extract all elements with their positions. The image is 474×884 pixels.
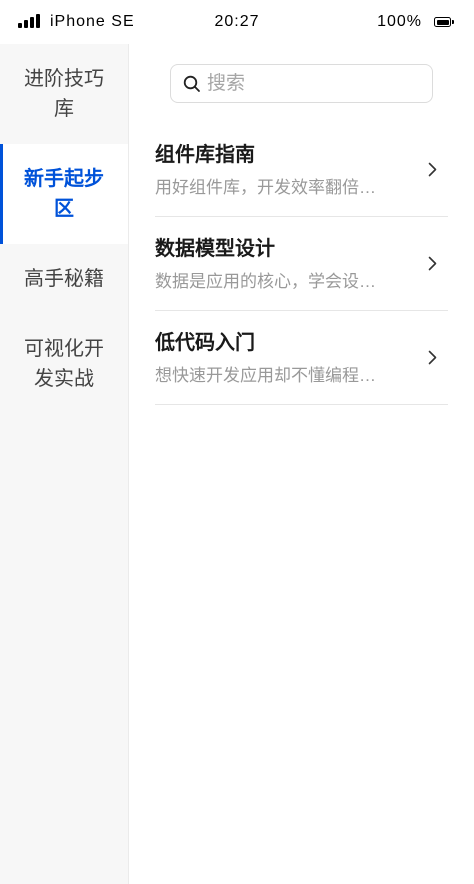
list-item-title: 数据模型设计 <box>155 238 275 260</box>
sidebar-item-label: 进阶技巧库 <box>24 68 104 120</box>
sidebar-item-label: 可视化开发实战 <box>24 338 104 390</box>
list-item-subtitle: 想快速开发应用却不懂编程… <box>155 366 376 385</box>
status-time: 20:27 <box>214 13 260 30</box>
article-item-component-guide[interactable]: 组件库指南 用好组件库，开发效率翻倍… <box>155 123 448 217</box>
sidebar-item-visual-dev-practice[interactable]: 可视化开发实战 <box>0 314 128 414</box>
signal-bar <box>24 20 28 28</box>
list-item-title: 低代码入门 <box>155 332 255 354</box>
content-pane: 组件库指南 用好组件库，开发效率翻倍… 数据模型设计 数据是应用的核心，学会设…… <box>129 44 474 884</box>
article-item-data-model-design[interactable]: 数据模型设计 数据是应用的核心，学会设… <box>155 217 448 311</box>
signal-icon <box>18 14 40 28</box>
sidebar-item-expert-secrets[interactable]: 高手秘籍 <box>0 244 128 314</box>
signal-bar <box>18 23 22 28</box>
chevron-right-icon <box>428 256 437 271</box>
article-item-low-code-intro[interactable]: 低代码入门 想快速开发应用却不懂编程… <box>155 311 448 405</box>
sidebar: 进阶技巧库 新手起步区 高手秘籍 可视化开发实战 <box>0 44 129 884</box>
battery-icon <box>434 17 454 27</box>
signal-bar <box>30 17 34 28</box>
search-box[interactable] <box>170 64 433 103</box>
list-item-subtitle: 数据是应用的核心，学会设… <box>155 272 376 291</box>
status-bar: iPhone SE 20:27 100% <box>0 0 474 44</box>
search-icon <box>183 75 200 92</box>
sidebar-item-label: 新手起步区 <box>24 168 104 220</box>
carrier-name: iPhone SE <box>50 13 135 30</box>
battery-percentage: 100% <box>377 13 422 30</box>
article-list: 组件库指南 用好组件库，开发效率翻倍… 数据模型设计 数据是应用的核心，学会设…… <box>155 123 448 405</box>
search-input[interactable] <box>207 65 422 102</box>
sidebar-item-label: 高手秘籍 <box>24 268 104 290</box>
list-item-subtitle: 用好组件库，开发效率翻倍… <box>155 178 376 197</box>
signal-bar <box>36 14 40 28</box>
sidebar-item-beginner-zone[interactable]: 新手起步区 <box>0 144 128 244</box>
chevron-right-icon <box>428 162 437 177</box>
battery-fill <box>436 19 449 25</box>
chevron-right-icon <box>428 350 437 365</box>
sidebar-item-advanced-tips[interactable]: 进阶技巧库 <box>0 44 128 144</box>
list-item-title: 组件库指南 <box>155 144 255 166</box>
